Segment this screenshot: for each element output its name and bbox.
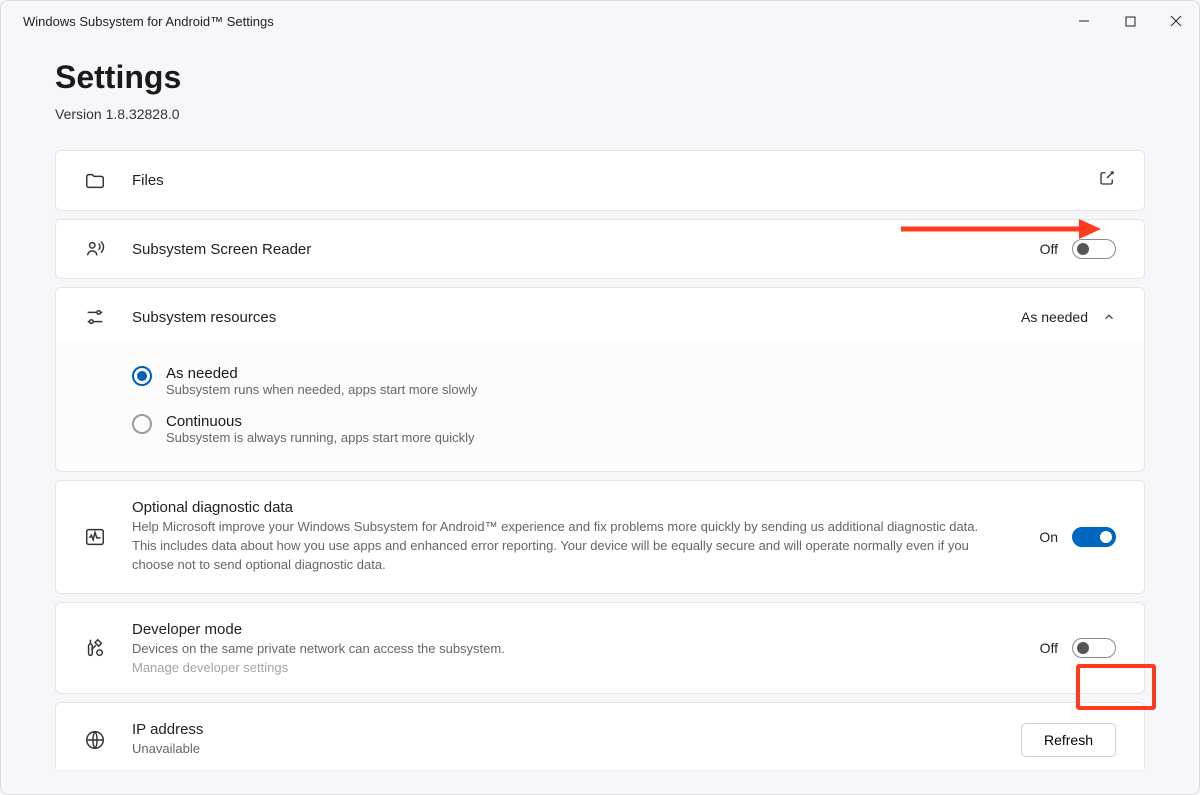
globe-icon [84,729,106,751]
option-as-needed-desc: Subsystem runs when needed, apps start m… [166,382,477,397]
resources-value: As needed [1021,309,1088,325]
folder-icon [84,170,106,192]
developer-desc: Devices on the same private network can … [132,640,1014,659]
maximize-icon [1125,16,1136,27]
option-continuous-title: Continuous [166,413,475,430]
setting-diagnostic[interactable]: Optional diagnostic data Help Microsoft … [55,480,1145,594]
maximize-button[interactable] [1107,1,1153,41]
developer-label: Developer mode [132,621,1014,638]
version-text: Version 1.8.32828.0 [55,106,1145,122]
page-title: Settings [55,59,1145,96]
diagnostic-toggle[interactable] [1072,527,1116,547]
setting-ip-address[interactable]: IP address Unavailable Refresh [55,702,1145,769]
screen-reader-icon [84,238,106,260]
screen-reader-label: Subsystem Screen Reader [132,241,1014,258]
ip-status: Unavailable [132,740,995,759]
screen-reader-state: Off [1040,241,1058,257]
sliders-icon [84,306,106,328]
diagnostic-desc: Help Microsoft improve your Windows Subs… [132,518,1002,575]
window-controls [1061,1,1199,41]
minimize-icon [1078,15,1090,27]
option-continuous[interactable]: Continuous Subsystem is always running, … [132,405,1116,453]
ip-label: IP address [132,721,995,738]
setting-developer-mode[interactable]: Developer mode Devices on the same priva… [55,602,1145,695]
developer-toggle[interactable] [1072,638,1116,658]
open-external-icon[interactable] [1098,169,1116,192]
radio-as-needed[interactable] [132,366,152,386]
developer-state: Off [1040,640,1058,656]
files-label: Files [132,172,1072,189]
option-continuous-desc: Subsystem is always running, apps start … [166,430,475,445]
resources-label: Subsystem resources [132,309,995,326]
window-title: Windows Subsystem for Android™ Settings [23,14,274,29]
setting-screen-reader[interactable]: Subsystem Screen Reader Off [55,219,1145,279]
minimize-button[interactable] [1061,1,1107,41]
diagnostic-label: Optional diagnostic data [132,499,1013,516]
title-bar: Windows Subsystem for Android™ Settings [1,1,1199,41]
setting-resources[interactable]: Subsystem resources As needed [55,287,1145,347]
tools-icon [84,637,106,659]
radio-continuous[interactable] [132,414,152,434]
refresh-button[interactable]: Refresh [1021,723,1116,757]
resources-options: As needed Subsystem runs when needed, ap… [55,339,1145,472]
developer-sublink[interactable]: Manage developer settings [132,660,1014,675]
close-button[interactable] [1153,1,1199,41]
screen-reader-toggle[interactable] [1072,239,1116,259]
diagnostic-state: On [1039,529,1058,545]
settings-list: Files Subsystem Screen Reader Off [1,150,1199,769]
option-as-needed[interactable]: As needed Subsystem runs when needed, ap… [132,357,1116,405]
page-header: Settings Version 1.8.32828.0 [1,41,1199,150]
chevron-up-icon[interactable] [1102,310,1116,324]
activity-icon [84,526,106,548]
close-icon [1170,15,1182,27]
setting-files[interactable]: Files [55,150,1145,211]
option-as-needed-title: As needed [166,365,477,382]
